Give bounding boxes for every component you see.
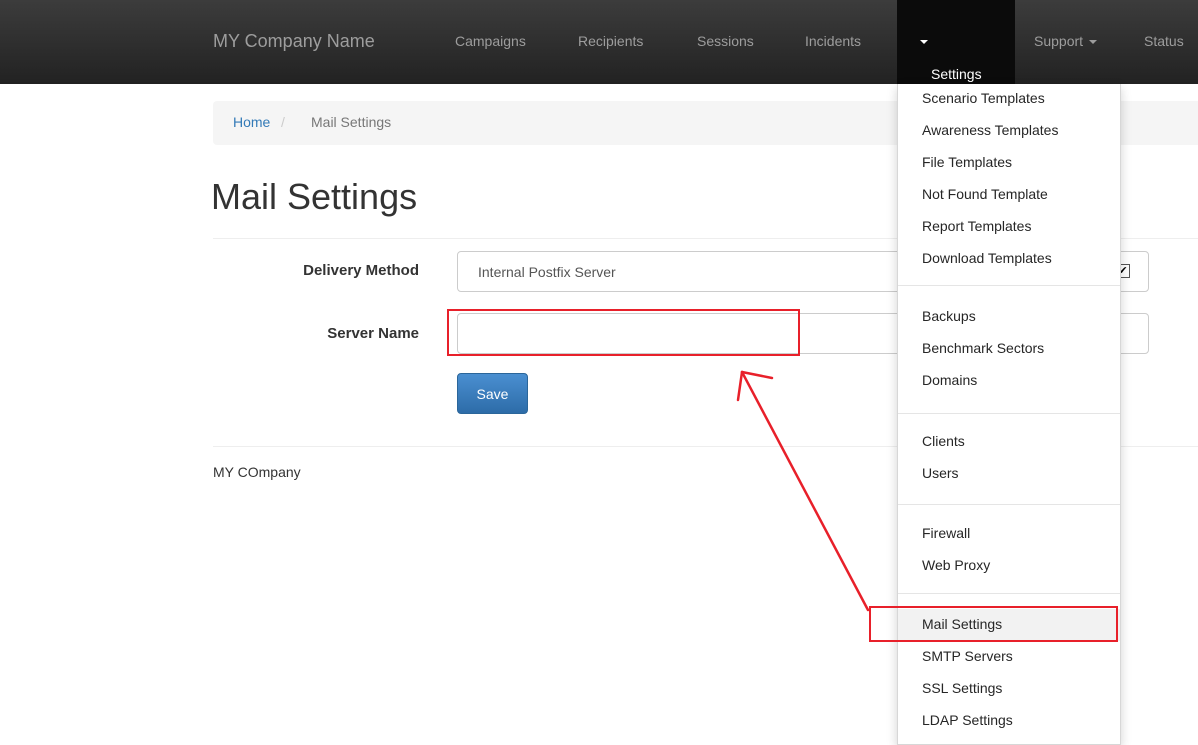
annotation-arrow	[736, 370, 870, 612]
